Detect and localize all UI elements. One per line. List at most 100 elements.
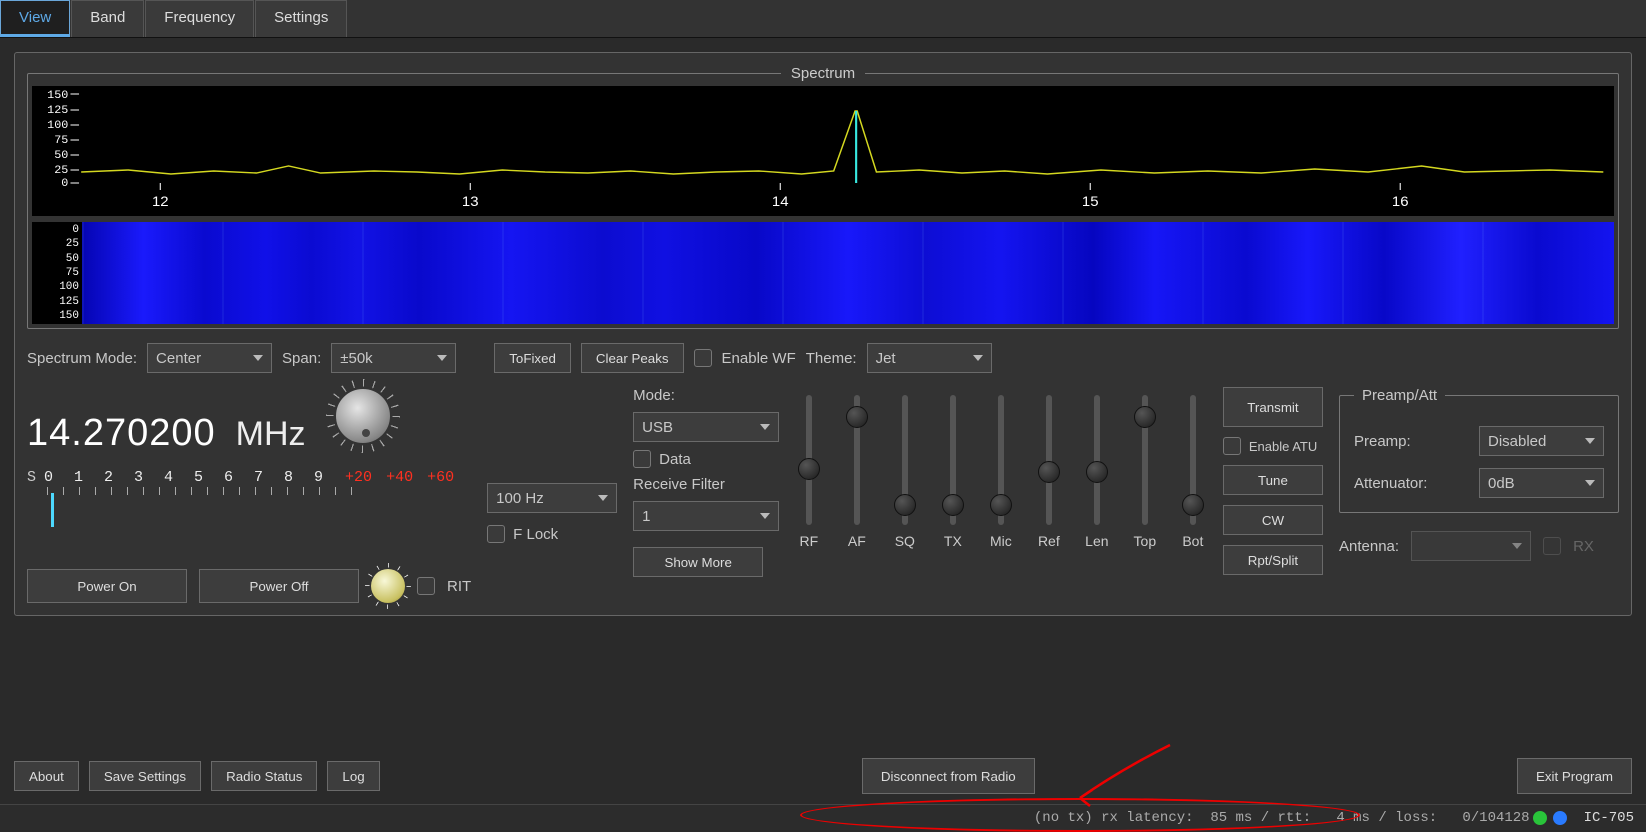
slider-top[interactable]: Top (1131, 395, 1159, 549)
power-on-button[interactable]: Power On (27, 569, 187, 603)
save-settings-button[interactable]: Save Settings (89, 761, 201, 791)
tuning-knob[interactable] (334, 387, 392, 445)
slider-mic[interactable]: Mic (987, 395, 1015, 549)
tab-frequency[interactable]: Frequency (145, 0, 254, 37)
slider-ref[interactable]: Ref (1035, 395, 1063, 549)
rit-label: RIT (447, 578, 471, 595)
mode-label: Mode: (633, 387, 779, 404)
slider-af[interactable]: AF (843, 395, 871, 549)
enable-wf-label: Enable WF (722, 350, 796, 367)
svg-text:25: 25 (54, 165, 68, 177)
rit-knob[interactable] (371, 569, 405, 603)
antenna-label: Antenna: (1339, 538, 1399, 555)
s-meter-needle (51, 493, 54, 527)
tab-settings[interactable]: Settings (255, 0, 347, 37)
tuning-step-select[interactable]: 100 Hz (487, 483, 617, 513)
power-off-button[interactable]: Power Off (199, 569, 359, 603)
cw-button[interactable]: CW (1223, 505, 1323, 535)
rit-checkbox[interactable] (417, 577, 435, 595)
spectrum-controls: Spectrum Mode: Center Span: ±50k ToFixed… (27, 343, 1619, 373)
svg-text:75: 75 (54, 135, 68, 147)
sliders: RF AF SQ TX Mic Ref Len Top Bot (795, 387, 1207, 549)
frequency-value[interactable]: 14.270200 (27, 412, 216, 455)
chevron-down-icon (1512, 543, 1522, 549)
theme-label: Theme: (806, 350, 857, 367)
data-label: Data (659, 451, 691, 468)
s-meter: S 0 1 2 3 4 5 6 7 8 9 +20 +40 +60 (27, 469, 471, 533)
enable-atu-checkbox[interactable] (1223, 437, 1241, 455)
slider-label: AF (848, 533, 866, 549)
bottom-bar: About Save Settings Radio Status Log Dis… (0, 752, 1646, 800)
attenuator-label: Attenuator: (1354, 475, 1427, 492)
chevron-down-icon (253, 355, 263, 361)
waterfall[interactable]: 0 25 50 75 100 125 150 (32, 222, 1614, 324)
to-fixed-button[interactable]: ToFixed (494, 343, 571, 373)
log-button[interactable]: Log (327, 761, 379, 791)
about-button[interactable]: About (14, 761, 79, 791)
chevron-down-icon (437, 355, 447, 361)
enable-atu-label: Enable ATU (1249, 439, 1317, 454)
slider-label: Len (1085, 533, 1108, 549)
data-checkbox[interactable] (633, 450, 651, 468)
exit-button[interactable]: Exit Program (1517, 758, 1632, 794)
slider-label: SQ (895, 533, 915, 549)
spectrum-title: Spectrum (781, 65, 865, 82)
waterfall-scale: 0 25 50 75 100 125 150 (32, 222, 82, 324)
main-panel: Spectrum 150 125 100 75 50 25 0 (14, 52, 1632, 616)
spectrum-plot[interactable]: 150 125 100 75 50 25 0 12 13 14 15 (32, 86, 1614, 216)
tune-button[interactable]: Tune (1223, 465, 1323, 495)
span-select[interactable]: ±50k (331, 343, 456, 373)
preamp-select[interactable]: Disabled (1479, 426, 1604, 456)
rx-antenna-checkbox[interactable] (1543, 537, 1561, 555)
theme-select[interactable]: Jet (867, 343, 992, 373)
radio-status-button[interactable]: Radio Status (211, 761, 317, 791)
svg-text:15: 15 (1082, 194, 1099, 209)
mode-section: Mode: USB Data Receive Filter 1 Show Mor… (633, 387, 779, 577)
receive-filter-select[interactable]: 1 (633, 501, 779, 531)
chevron-down-icon (598, 495, 608, 501)
slider-bot[interactable]: Bot (1179, 395, 1207, 549)
status-bar: (no tx) rx latency: 85 ms / rtt: 4 ms / … (0, 804, 1646, 830)
f-lock-checkbox[interactable] (487, 525, 505, 543)
chevron-down-icon (760, 424, 770, 430)
clear-peaks-button[interactable]: Clear Peaks (581, 343, 684, 373)
chevron-down-icon (760, 513, 770, 519)
tab-view[interactable]: View (0, 0, 70, 37)
svg-text:16: 16 (1392, 194, 1409, 209)
antenna-select[interactable] (1411, 531, 1531, 561)
slider-rf[interactable]: RF (795, 395, 823, 549)
preamp-group: Preamp/Att Preamp: Disabled Attenuator: … (1339, 387, 1619, 513)
disconnect-button[interactable]: Disconnect from Radio (862, 758, 1035, 794)
spectrum-mode-label: Spectrum Mode: (27, 350, 137, 367)
slider-len[interactable]: Len (1083, 395, 1111, 549)
spectrum-group: Spectrum 150 125 100 75 50 25 0 (27, 65, 1619, 329)
slider-tx[interactable]: TX (939, 395, 967, 549)
waterfall-body (82, 222, 1614, 324)
slider-label: Bot (1182, 533, 1203, 549)
chevron-down-icon (1585, 438, 1595, 444)
radio-model: IC-705 (1584, 810, 1634, 826)
svg-text:50: 50 (54, 150, 68, 162)
slider-label: Ref (1038, 533, 1060, 549)
svg-text:125: 125 (47, 105, 68, 117)
svg-text:12: 12 (152, 194, 169, 209)
tab-bar: View Band Frequency Settings (0, 0, 1646, 38)
frequency-section: 14.270200 MHz S 0 1 2 3 4 5 6 7 8 9 +20 … (27, 387, 471, 603)
f-lock-label: F Lock (513, 526, 558, 543)
rx-antenna-label: RX (1573, 538, 1594, 555)
show-more-button[interactable]: Show More (633, 547, 763, 577)
status-text: (no tx) rx latency: 85 ms / rtt: 4 ms / … (1034, 810, 1530, 826)
tab-band[interactable]: Band (71, 0, 144, 37)
enable-wf-checkbox[interactable] (694, 349, 712, 367)
svg-text:13: 13 (462, 194, 479, 209)
slider-sq[interactable]: SQ (891, 395, 919, 549)
spectrum-mode-select[interactable]: Center (147, 343, 272, 373)
attenuator-select[interactable]: 0dB (1479, 468, 1604, 498)
rpt-split-button[interactable]: Rpt/Split (1223, 545, 1323, 575)
preamp-label: Preamp: (1354, 433, 1411, 450)
transmit-button[interactable]: Transmit (1223, 387, 1323, 427)
slider-label: TX (944, 533, 962, 549)
svg-text:14: 14 (772, 194, 789, 209)
svg-text:0: 0 (61, 178, 68, 190)
mode-select[interactable]: USB (633, 412, 779, 442)
